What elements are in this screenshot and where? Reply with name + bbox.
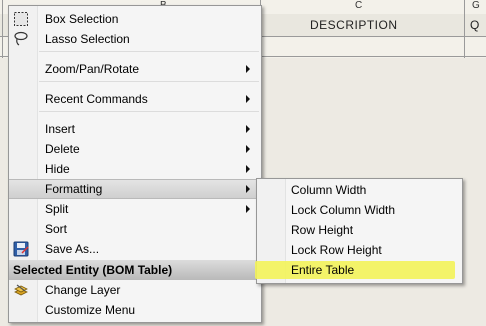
menu-item-label: Sort <box>45 222 68 236</box>
menu-item-label: Delete <box>45 142 80 156</box>
menu-item-label: Insert <box>45 122 76 136</box>
menu-item-zoom-pan-rotate[interactable]: Zoom/Pan/Rotate <box>9 59 261 79</box>
submenu-item-label: Lock Row Height <box>291 243 382 257</box>
save-as-icon <box>13 241 29 257</box>
submenu-arrow-icon <box>246 125 250 133</box>
menu-item-label: Hide <box>45 162 70 176</box>
submenu-arrow-icon <box>246 65 250 73</box>
column-divider <box>464 0 465 58</box>
submenu-item-label: Lock Column Width <box>291 203 396 217</box>
menu-item-hide[interactable]: Hide <box>9 159 261 179</box>
menu-item-customize-menu[interactable]: Customize Menu <box>9 300 261 320</box>
submenu-item-entire-table[interactable]: Entire Table <box>257 260 462 280</box>
menu-item-sort[interactable]: Sort <box>9 219 261 239</box>
submenu-item-row-height[interactable]: Row Height <box>257 220 462 240</box>
description-column-header[interactable]: DESCRIPTION <box>310 18 398 32</box>
menu-item-delete[interactable]: Delete <box>9 139 261 159</box>
menu-item-label: Recent Commands <box>45 92 148 106</box>
box-selection-icon <box>13 11 29 27</box>
menu-item-recent-commands[interactable]: Recent Commands <box>9 89 261 109</box>
menu-item-label: Formatting <box>45 182 103 196</box>
submenu-arrow-icon <box>246 185 250 193</box>
menu-item-label: Box Selection <box>45 12 119 26</box>
menu-item-change-layer[interactable]: Change Layer <box>9 280 261 300</box>
column-letter: C <box>355 0 363 11</box>
submenu-arrow-icon <box>246 145 250 153</box>
submenu-item-label: Entire Table <box>291 263 355 277</box>
menu-item-formatting[interactable]: Formatting <box>9 179 261 199</box>
context-menu: Box Selection Lasso Selection Zoom/Pan/R… <box>8 5 262 323</box>
menu-item-save-as[interactable]: Save As... <box>9 239 261 259</box>
quantity-column-header[interactable]: Q <box>470 18 480 32</box>
menu-item-label: Zoom/Pan/Rotate <box>45 62 140 76</box>
submenu-item-column-width[interactable]: Column Width <box>257 180 462 200</box>
menu-item-label: Customize Menu <box>45 303 136 317</box>
menu-item-lasso-selection[interactable]: Lasso Selection <box>9 29 261 49</box>
submenu-item-lock-row-height[interactable]: Lock Row Height <box>257 240 462 260</box>
lasso-icon <box>13 31 29 47</box>
menu-separator <box>39 51 259 52</box>
formatting-submenu: Column Width Lock Column Width Row Heigh… <box>255 178 463 284</box>
change-layer-icon <box>13 282 29 298</box>
menu-item-label: Change Layer <box>45 283 121 297</box>
menu-separator <box>39 111 259 112</box>
menu-item-label: Split <box>45 202 69 216</box>
menu-item-label: Lasso Selection <box>45 32 130 46</box>
menu-separator <box>39 81 259 82</box>
submenu-arrow-icon <box>246 205 250 213</box>
section-header-label: Selected Entity (BOM Table) <box>13 263 173 277</box>
section-header-selected-entity: Selected Entity (BOM Table) <box>9 260 261 280</box>
menu-item-box-selection[interactable]: Box Selection <box>9 9 261 29</box>
submenu-item-label: Column Width <box>291 183 367 197</box>
menu-item-label: Save As... <box>45 242 100 256</box>
menu-item-insert[interactable]: Insert <box>9 119 261 139</box>
submenu-arrow-icon <box>246 165 250 173</box>
submenu-arrow-icon <box>246 95 250 103</box>
submenu-item-label: Row Height <box>291 223 354 237</box>
column-divider <box>2 0 3 58</box>
column-letter: G <box>472 0 480 11</box>
menu-item-split[interactable]: Split <box>9 199 261 219</box>
submenu-item-lock-column-width[interactable]: Lock Column Width <box>257 200 462 220</box>
